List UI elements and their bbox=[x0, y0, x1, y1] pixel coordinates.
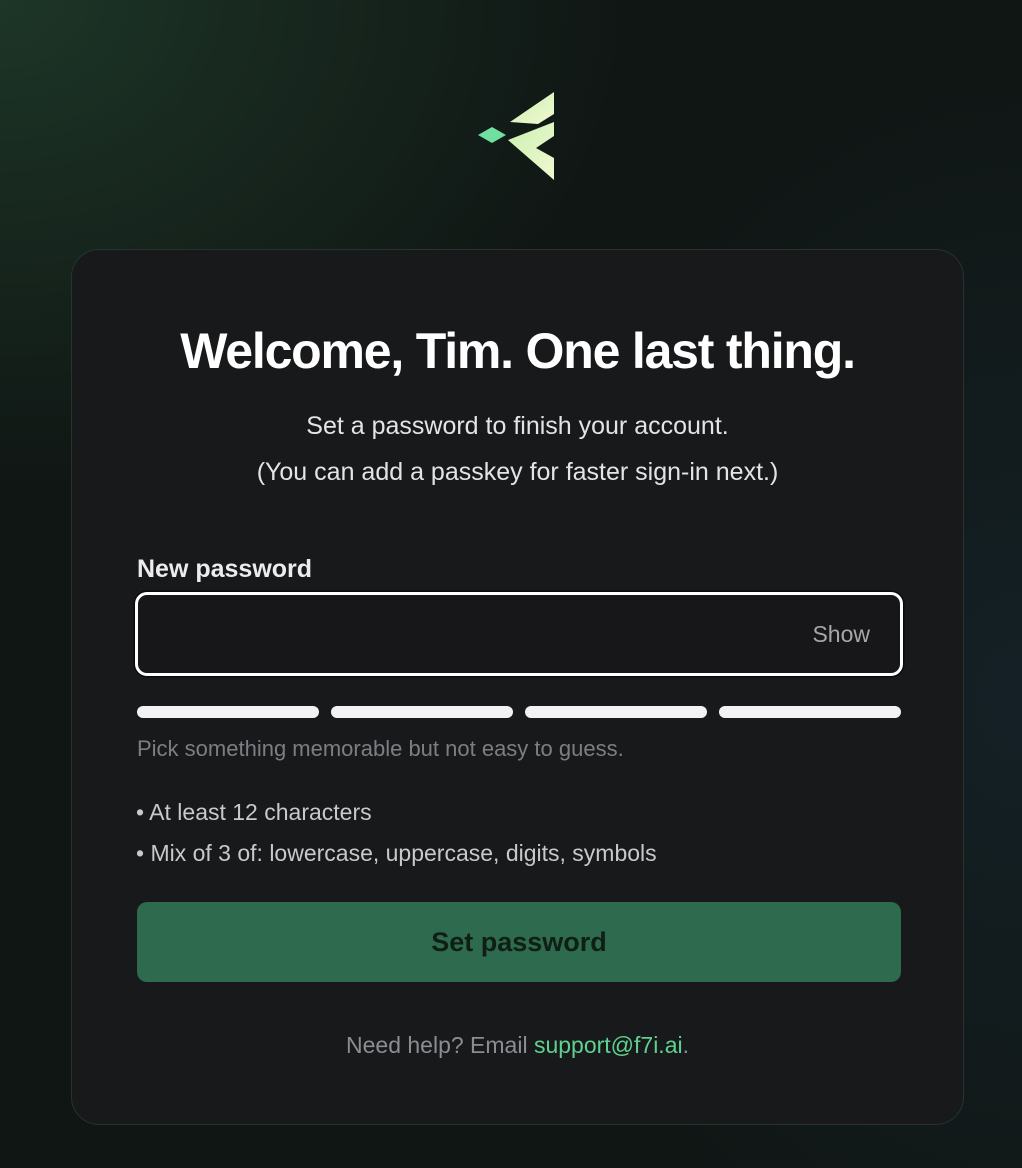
requirement-mix: • Mix of 3 of: lowercase, uppercase, dig… bbox=[136, 840, 657, 866]
set-password-card: Welcome, Tim. One last thing. Set a pass… bbox=[71, 249, 964, 1125]
password-strength-meter bbox=[137, 706, 901, 718]
set-password-button[interactable]: Set password bbox=[137, 902, 901, 982]
strength-segment-4 bbox=[719, 706, 901, 718]
logo-upper-shape bbox=[510, 92, 554, 124]
password-input-wrapper: Show bbox=[135, 592, 903, 676]
help-suffix: . bbox=[682, 1032, 689, 1058]
strength-segment-1 bbox=[137, 706, 319, 718]
strength-segment-2 bbox=[331, 706, 513, 718]
requirement-length: • At least 12 characters bbox=[136, 799, 372, 825]
help-text: Need help? Email support@f7i.ai. bbox=[72, 1032, 963, 1059]
show-password-button[interactable]: Show bbox=[812, 595, 870, 673]
new-password-label: New password bbox=[137, 555, 313, 583]
chevron-arrow-logo-icon bbox=[478, 92, 554, 180]
help-prefix: Need help? Email bbox=[346, 1032, 534, 1058]
new-password-input[interactable] bbox=[138, 595, 778, 673]
subtitle-line-2: (You can add a passkey for faster sign-i… bbox=[256, 458, 779, 486]
support-email-link[interactable]: support@f7i.ai bbox=[534, 1032, 683, 1058]
strength-segment-3 bbox=[525, 706, 707, 718]
subtitle-line-1: Set a password to finish your account. bbox=[306, 412, 729, 440]
password-hint: Pick something memorable but not easy to… bbox=[137, 736, 624, 761]
logo-diamond-shape bbox=[478, 127, 506, 143]
logo-chevron-shape bbox=[508, 122, 554, 180]
page-title: Welcome, Tim. One last thing. bbox=[180, 323, 856, 379]
